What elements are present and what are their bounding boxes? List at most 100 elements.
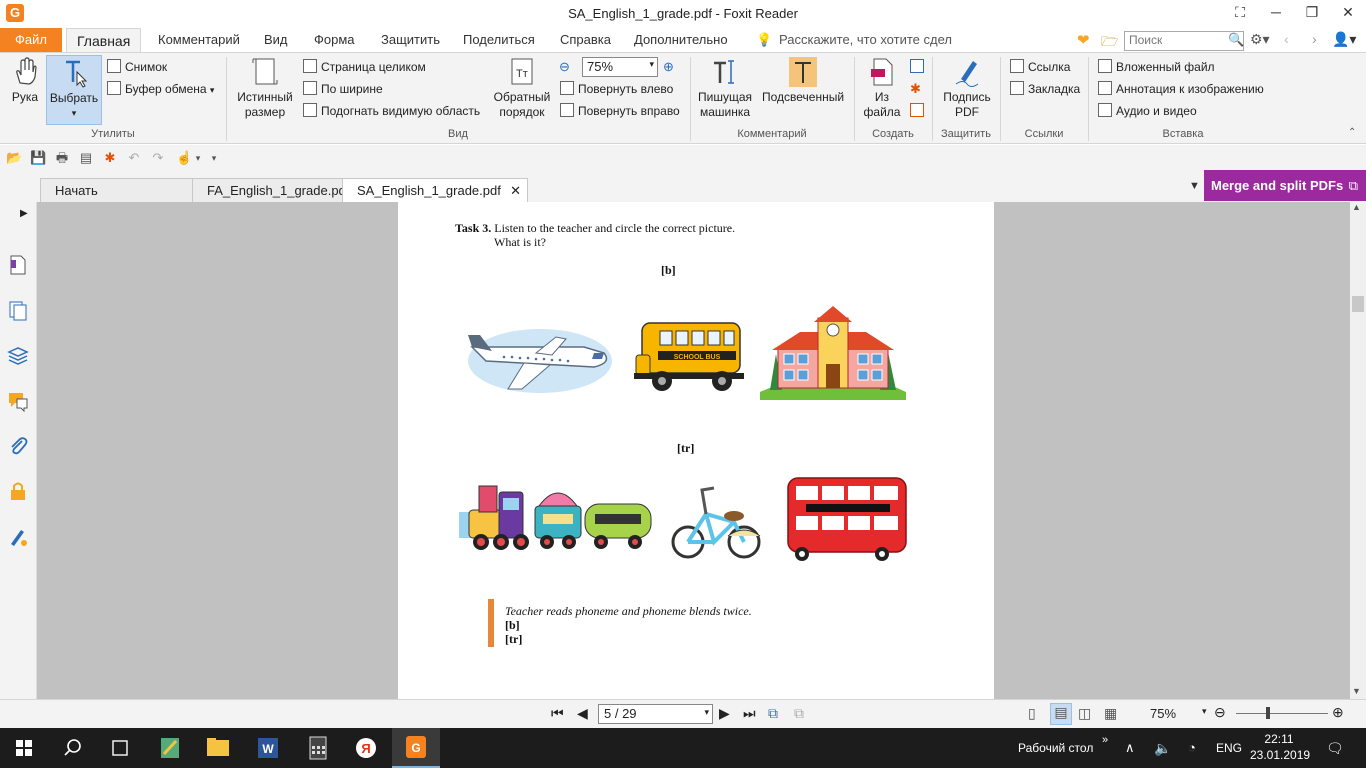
menu-file[interactable]: Файл — [0, 28, 62, 52]
page-number-input[interactable]: 5 / 29 ▾ — [598, 704, 713, 724]
first-page-icon[interactable]: ⏮ — [551, 705, 564, 722]
tell-me-field[interactable]: Расскажите, что хотите сдел — [779, 28, 952, 52]
link-button[interactable]: Ссылка — [1010, 58, 1070, 76]
chevron-down-icon[interactable]: ▾ — [190, 151, 206, 165]
desktop-chevron-icon[interactable]: » — [1102, 720, 1108, 760]
undo-icon[interactable]: ↶ — [126, 151, 142, 165]
collapse-ribbon-icon[interactable]: ⌃ — [1348, 127, 1356, 138]
page-thumbnails-icon[interactable] — [7, 254, 29, 276]
airplane-picture[interactable] — [464, 317, 616, 399]
scroll-up-icon[interactable]: ▲ — [1352, 202, 1361, 212]
calculator-icon[interactable] — [294, 728, 342, 768]
scroll-thumb[interactable] — [1352, 296, 1364, 312]
highlight-button[interactable]: Подсвеченный — [758, 57, 848, 105]
close-tab-icon[interactable]: ✕ — [510, 179, 521, 203]
double-decker-bus-picture[interactable] — [784, 476, 910, 562]
previous-view-icon[interactable]: ⧉ — [768, 705, 778, 722]
lock-icon[interactable] — [7, 480, 29, 502]
fullscreen-icon[interactable]: ⛶ — [1222, 0, 1258, 26]
last-page-icon[interactable]: ⏭ — [743, 705, 756, 722]
volume-icon[interactable]: 🔈 — [1154, 728, 1171, 768]
tab-home[interactable]: Главная — [66, 28, 142, 52]
bookmark-button[interactable]: Закладка — [1010, 80, 1080, 98]
facing-page-icon[interactable]: ◫ — [1078, 705, 1091, 722]
language-indicator[interactable]: ENG — [1216, 728, 1242, 768]
scanner-icon[interactable]: ✱ — [910, 81, 921, 97]
image-annotation-button[interactable]: Аннотация к изображению — [1098, 80, 1264, 98]
clipboard-create-icon[interactable] — [910, 103, 924, 117]
tab-protect[interactable]: Защитить — [381, 28, 440, 52]
scroll-down-icon[interactable]: ▼ — [1352, 686, 1361, 696]
windows-start-icon[interactable] — [0, 728, 48, 768]
bicycle-picture[interactable] — [670, 484, 764, 562]
search-icon[interactable]: 🔍 — [1228, 32, 1244, 48]
zoom-select[interactable]: 75% ▾ — [582, 57, 658, 77]
tab-help[interactable]: Справка — [560, 28, 611, 52]
signature-icon[interactable] — [7, 526, 29, 548]
typewriter-button[interactable]: Пишущая машинка — [696, 57, 754, 120]
close-button[interactable]: ✕ — [1330, 0, 1366, 26]
layers-icon[interactable] — [7, 344, 29, 366]
tab-view[interactable]: Вид — [264, 28, 288, 52]
pdf-page[interactable]: Task 3. Listen to the teacher and circle… — [398, 202, 994, 699]
blank-page-icon[interactable] — [910, 59, 924, 73]
zoom-in-icon[interactable]: ⊕ — [663, 59, 674, 75]
document-canvas[interactable]: Task 3. Listen to the teacher and circle… — [37, 202, 1350, 699]
wifi-icon[interactable]: ◔ — [1188, 728, 1196, 768]
back-icon[interactable]: ‹ — [1284, 31, 1289, 47]
from-file-button[interactable]: Из файла — [860, 57, 904, 120]
desktop-toolbar-label[interactable]: Рабочий стол — [1018, 728, 1093, 768]
sign-pdf-button[interactable]: Подпись PDF — [938, 57, 996, 120]
zoom-out-status-icon[interactable]: ⊖ — [1214, 704, 1226, 721]
hand-tool-button[interactable]: Рука — [6, 57, 44, 105]
toy-train-picture[interactable] — [459, 482, 655, 554]
zoom-out-icon[interactable]: ⊖ — [559, 59, 570, 75]
new-icon[interactable]: ✱ — [102, 151, 118, 165]
zoom-slider-track[interactable] — [1236, 713, 1328, 714]
zoom-slider-thumb[interactable] — [1266, 707, 1270, 719]
comments-icon[interactable] — [7, 390, 29, 412]
next-page-icon[interactable]: ▶ — [719, 705, 730, 722]
next-view-icon[interactable]: ⧉ — [794, 705, 804, 722]
tabs-dropdown-icon[interactable]: ▼ — [1189, 180, 1200, 192]
single-page-icon[interactable]: ▯ — [1028, 705, 1036, 722]
attachments-icon[interactable] — [7, 435, 29, 457]
fit-page-button[interactable]: Страница целиком — [303, 58, 426, 76]
expand-panel-icon[interactable]: ▶ — [20, 208, 28, 219]
continuous-page-icon[interactable]: ▤ — [1050, 703, 1072, 725]
yandex-browser-icon[interactable]: Я — [342, 728, 390, 768]
user-icon[interactable]: 👤▾ — [1332, 31, 1356, 48]
actual-size-button[interactable]: Истинный размер — [233, 57, 297, 120]
minimize-button[interactable]: ─ — [1258, 0, 1294, 26]
foxit-taskbar-button[interactable]: G — [392, 728, 440, 768]
rotate-right-button[interactable]: Повернуть вправо — [560, 102, 680, 120]
file-explorer-icon[interactable] — [194, 728, 242, 768]
tab-form[interactable]: Форма — [314, 28, 355, 52]
rotate-left-button[interactable]: Повернуть влево — [560, 80, 673, 98]
paint-app-icon[interactable] — [146, 728, 194, 768]
reverse-order-button[interactable]: Tт Обратный порядок — [490, 57, 554, 120]
merge-split-banner[interactable]: Merge and split PDFs ⧉ — [1204, 170, 1366, 201]
save-icon[interactable]: 💾 — [30, 151, 46, 165]
notification-icon[interactable]: 🗨 — [1326, 728, 1344, 768]
clock[interactable]: 22:11 23.01.2019 — [1250, 731, 1310, 763]
attachment-button[interactable]: Вложенный файл — [1098, 58, 1215, 76]
school-bus-picture[interactable]: SCHOOL BUS — [634, 319, 746, 395]
heart-icon[interactable]: ❤ — [1077, 31, 1090, 49]
properties-icon[interactable]: ▤ — [78, 151, 94, 165]
redo-icon[interactable]: ↷ — [150, 151, 166, 165]
clipboard-button[interactable]: Буфер обмена ▾ — [107, 80, 214, 98]
tab-start[interactable]: Начать — [40, 178, 196, 202]
select-tool-button[interactable]: Выбрать ▾ — [46, 55, 102, 125]
audio-video-button[interactable]: Аудио и видео — [1098, 102, 1197, 120]
tab-comment[interactable]: Комментарий — [158, 28, 240, 52]
open-icon[interactable]: 📂 — [6, 151, 22, 165]
prev-page-icon[interactable]: ◀ — [577, 705, 588, 722]
zoom-level[interactable]: 75% — [1150, 706, 1176, 721]
tab-share[interactable]: Поделиться — [463, 28, 535, 52]
tray-expand-icon[interactable]: ∧ — [1125, 728, 1135, 768]
zoom-in-status-icon[interactable]: ⊕ — [1332, 704, 1344, 721]
search-taskbar-icon[interactable] — [48, 728, 96, 768]
word-app-icon[interactable]: W — [244, 728, 292, 768]
fit-visible-button[interactable]: Подогнать видимую область — [303, 102, 480, 120]
